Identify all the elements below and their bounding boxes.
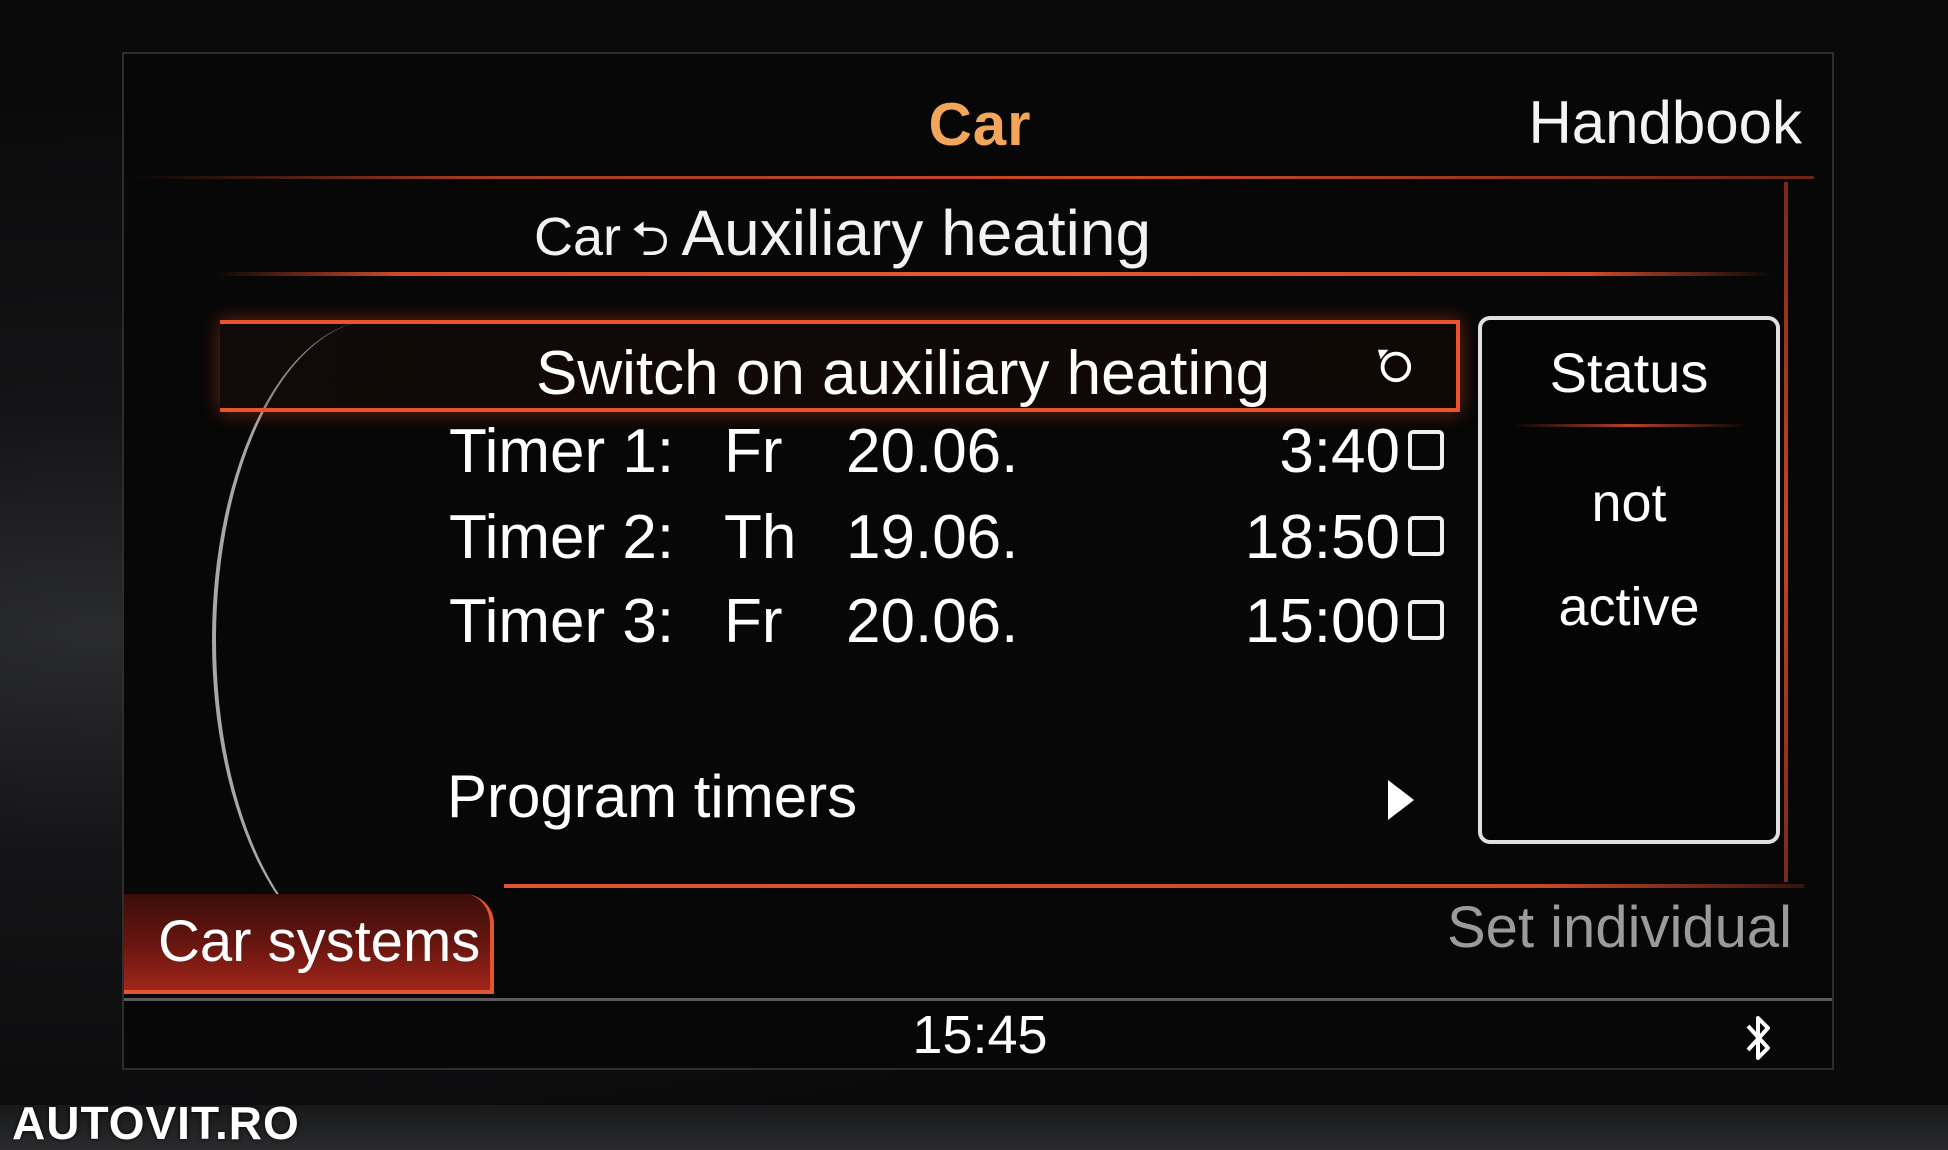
bluetooth-icon <box>1746 1016 1770 1060</box>
status-value-line-1: not <box>1591 473 1667 533</box>
rotary-control-icon <box>1377 349 1412 383</box>
menu-item-program-timers[interactable]: Program timers <box>124 750 1444 850</box>
timer-name: Timer 3: <box>449 587 675 656</box>
watermark-logo: AUTOVIT.RO <box>12 1097 300 1149</box>
timer-time: 18:50 <box>1244 503 1400 572</box>
clock: 15:45 <box>912 1005 1048 1065</box>
status-panel: Status not active <box>1478 316 1780 844</box>
menu-item-label: Program timers <box>447 763 858 830</box>
submenu-arrow-icon <box>1388 780 1414 820</box>
handbook-button[interactable]: Handbook <box>1528 88 1802 157</box>
timer-date: 20.06. <box>846 587 1019 656</box>
status-title: Status <box>1549 341 1709 404</box>
panel-edge-glow <box>1784 182 1788 882</box>
timer-row-1[interactable]: Timer 1: Fr 20.06. 3:40 <box>124 406 1444 506</box>
timer-date: 20.06. <box>846 417 1019 486</box>
timer-time: 15:00 <box>1244 587 1400 656</box>
status-value-line-2: active <box>1558 577 1700 637</box>
timer-2-checkbox[interactable] <box>1408 516 1444 556</box>
breadcrumb-current: Auxiliary heating <box>681 197 1152 269</box>
mmi-screen: Car Handbook Car ⮌ Auxiliary heating Switc… <box>122 52 1834 1070</box>
timer-3-checkbox[interactable] <box>1408 600 1444 640</box>
timer-name: Timer 1: <box>449 417 675 486</box>
timer-row-3[interactable]: Timer 3: Fr 20.06. 15:00 <box>124 576 1444 676</box>
timer-time: 3:40 <box>1279 417 1400 486</box>
timer-day: Fr <box>724 587 783 656</box>
header-divider <box>134 176 1814 179</box>
car-systems-tab[interactable]: Car systems <box>124 894 494 994</box>
timer-date: 19.06. <box>846 503 1019 572</box>
menu-item-label: Switch on auxiliary heating <box>536 339 1271 408</box>
breadcrumb-parent[interactable]: Car <box>534 207 621 267</box>
set-individual-button[interactable]: Set individual <box>1447 894 1792 961</box>
timer-day: Fr <box>724 417 783 486</box>
timer-name: Timer 2: <box>449 503 675 572</box>
breadcrumb-divider <box>214 272 1774 276</box>
car-systems-label: Car systems <box>158 909 481 974</box>
status-bar-divider <box>124 998 1832 1001</box>
timer-day: Th <box>724 503 797 572</box>
timer-1-checkbox[interactable] <box>1408 430 1444 470</box>
status-divider <box>1512 424 1748 427</box>
menu-item-switch-on-heating[interactable]: Switch on auxiliary heating <box>220 320 1460 412</box>
bottom-divider <box>504 884 1804 888</box>
